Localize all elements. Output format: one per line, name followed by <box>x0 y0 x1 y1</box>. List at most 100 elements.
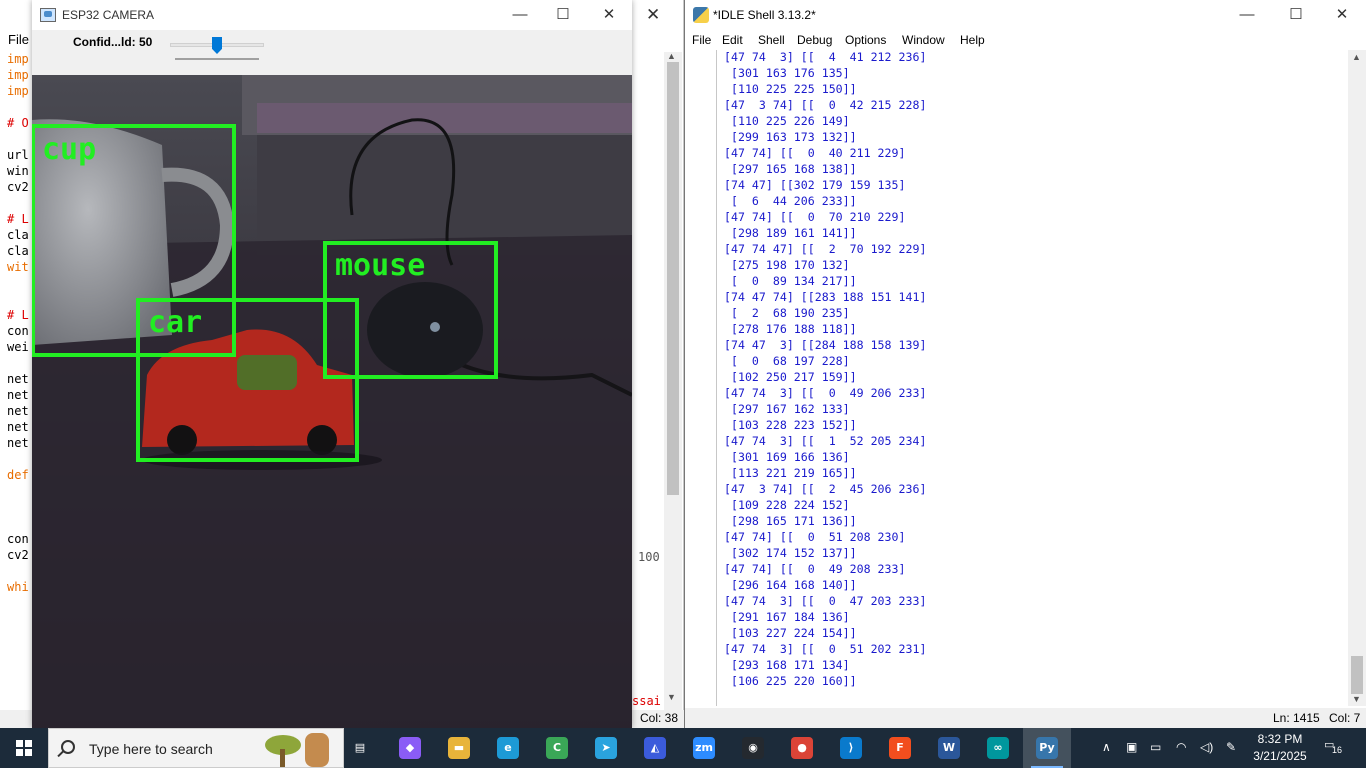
shell-menu-debug[interactable]: Debug <box>797 33 832 47</box>
shell-menubar: File Edit Shell Debug Options Window Help <box>685 32 1366 50</box>
shell-output-line: [109 228 224 152] <box>724 498 850 512</box>
taskbar-app-copilot[interactable]: ◆ <box>386 728 434 768</box>
maximize-icon[interactable]: ☐ <box>541 4 585 26</box>
taskbar-app-idle-python[interactable]: Py <box>1023 728 1071 768</box>
editor-code-line: con <box>7 532 29 546</box>
shell-output-line: [297 167 162 133] <box>724 402 850 416</box>
minimize-icon[interactable]: — <box>498 4 542 26</box>
shell-output-line: [298 165 171 136]] <box>724 514 857 528</box>
editor-close-icon[interactable]: ✕ <box>646 5 660 25</box>
taskbar-app-vscode[interactable]: ⟩ <box>827 728 875 768</box>
editor-status-col: Col: 38 <box>640 711 679 725</box>
shell-menu-edit[interactable]: Edit <box>722 33 743 47</box>
shell-menu-options[interactable]: Options <box>845 33 886 47</box>
shell-menu-window[interactable]: Window <box>902 33 945 47</box>
taskbar-app-blue-app[interactable]: ◭ <box>631 728 679 768</box>
tray-chevron-icon[interactable]: ∧ <box>1102 740 1111 754</box>
shell-output[interactable]: [47 74 3] [[ 4 41 212 236] [301 163 176 … <box>716 50 1348 706</box>
taskbar-app-word[interactable]: W <box>925 728 973 768</box>
editor-scroll-thumb[interactable] <box>667 62 679 495</box>
shell-menu-shell[interactable]: Shell <box>758 33 785 47</box>
taskbar-app-github[interactable]: ◉ <box>729 728 777 768</box>
editor-code-line: url <box>7 148 29 162</box>
shell-scrollbar[interactable]: ▲ ▼ <box>1348 50 1366 706</box>
arduino-icon: ∞ <box>987 737 1009 759</box>
editor-menu-file[interactable]: File <box>8 32 29 47</box>
notification-center[interactable]: ▭ 16 <box>1324 738 1346 758</box>
shell-output-line: [ 0 89 134 217]] <box>724 274 857 288</box>
shell-output-line: [47 3 74] [[ 2 45 206 236] <box>724 482 927 496</box>
blue-app-icon: ◭ <box>644 737 666 759</box>
shell-output-line: [ 2 68 190 235] <box>724 306 850 320</box>
shell-output-line: [110 225 226 149] <box>724 114 850 128</box>
shell-output-line: [275 198 170 132] <box>724 258 850 272</box>
detection-label-mouse: mouse <box>335 248 425 283</box>
shell-minimize-icon[interactable]: — <box>1225 4 1269 26</box>
camera-app-icon <box>40 8 56 22</box>
scene-car-window <box>237 355 297 390</box>
shell-menu-help[interactable]: Help <box>960 33 985 47</box>
shell-statusbar: Ln: 1415 Col: 7 <box>685 708 1366 728</box>
scroll-up-icon[interactable]: ▲ <box>667 51 676 61</box>
shell-menu-file[interactable]: File <box>692 33 711 47</box>
file-explorer-icon: ▬ <box>448 737 470 759</box>
wifi-icon[interactable]: ◠ <box>1176 740 1186 754</box>
editor-line-fragment: 100 <box>638 550 660 564</box>
windows-icon <box>16 740 32 756</box>
shell-scroll-up-icon[interactable]: ▲ <box>1352 52 1361 62</box>
shell-output-line: [301 163 176 135] <box>724 66 850 80</box>
editor-code-line: imp <box>7 68 29 82</box>
shell-output-line: [ 0 68 197 228] <box>724 354 850 368</box>
shell-output-line: [113 221 219 165]] <box>724 466 857 480</box>
shell-output-line: [74 47] [[302 179 159 135] <box>724 178 906 192</box>
shell-titlebar[interactable]: *IDLE Shell 3.13.2* — ☐ ✕ <box>685 0 1366 30</box>
camera-titlebar[interactable]: ESP32 CAMERA — ☐ ✕ <box>32 0 632 30</box>
battery-icon[interactable]: ▭ <box>1150 740 1161 754</box>
shell-scroll-down-icon[interactable]: ▼ <box>1352 694 1361 704</box>
volume-icon[interactable]: ◁) <box>1200 740 1213 754</box>
tray-device-icon[interactable]: ▣ <box>1126 740 1137 754</box>
editor-code-line: whi <box>7 580 29 594</box>
taskbar-search-box[interactable]: Type here to search <box>48 728 344 768</box>
taskbar-app-figma[interactable]: F <box>876 728 924 768</box>
scroll-down-icon[interactable]: ▼ <box>667 692 676 702</box>
start-button[interactable] <box>0 728 48 768</box>
search-icon <box>61 740 75 754</box>
pen-icon[interactable]: ✎ <box>1226 740 1236 754</box>
editor-code-line: # L <box>7 308 29 322</box>
editor-scrollbar[interactable]: ▲ ▼ <box>664 51 682 710</box>
editor-code-fragment: ssai <box>632 694 661 708</box>
shell-output-line: [47 74 3] [[ 0 47 203 233] <box>724 594 927 608</box>
trackbar-tick-line <box>175 58 259 60</box>
shell-status-col: Col: 7 <box>1329 711 1361 725</box>
taskbar-app-chrome[interactable]: ● <box>778 728 826 768</box>
shell-output-line: [47 74] [[ 0 49 208 233] <box>724 562 906 576</box>
taskbar-app-task-view[interactable]: ▤ <box>336 728 384 768</box>
camera-window[interactable]: ESP32 CAMERA — ☐ ✕ Confid...ld: 50 cup m… <box>32 0 632 728</box>
shell-output-line: [302 174 152 137]] <box>724 546 857 560</box>
shell-output-line: [74 47 3] [[284 188 158 139] <box>724 338 927 352</box>
shell-output-line: [110 225 225 150]] <box>724 82 857 96</box>
shell-output-line: [47 3 74] [[ 0 42 215 228] <box>724 98 927 112</box>
taskbar-app-edge[interactable]: e <box>484 728 532 768</box>
taskbar-app-telegram[interactable]: ➤ <box>582 728 630 768</box>
chrome-profile-icon: C <box>546 737 568 759</box>
shell-scroll-thumb[interactable] <box>1351 656 1363 694</box>
taskbar-app-arduino[interactable]: ∞ <box>974 728 1022 768</box>
editor-code-area[interactable]: imp imp imp # O url win cv2 # L cla cla wit # L con w… <box>0 52 32 702</box>
task-view-icon: ▤ <box>354 741 366 754</box>
taskbar-app-zoom[interactable]: zm <box>680 728 728 768</box>
close-icon[interactable]: ✕ <box>587 4 631 26</box>
idle-shell-window[interactable]: *IDLE Shell 3.13.2* — ☐ ✕ File Edit Shell D… <box>684 0 1366 728</box>
shell-output-line: [106 225 220 160]] <box>724 674 857 688</box>
confidence-trackbar-thumb[interactable] <box>212 37 222 54</box>
shell-output-line: [47 74 3] [[ 0 51 202 231] <box>724 642 927 656</box>
camera-frame: cup mouse car <box>32 75 632 728</box>
shell-status-ln: Ln: 1415 <box>1273 711 1320 725</box>
taskbar-app-chrome-profile[interactable]: C <box>533 728 581 768</box>
taskbar-app-file-explorer[interactable]: ▬ <box>435 728 483 768</box>
shell-close-icon[interactable]: ✕ <box>1320 4 1364 26</box>
shell-maximize-icon[interactable]: ☐ <box>1274 4 1318 26</box>
scene-shelf-edge <box>257 103 632 133</box>
taskbar-clock[interactable]: 8:32 PM 3/21/2025 <box>1248 731 1312 765</box>
